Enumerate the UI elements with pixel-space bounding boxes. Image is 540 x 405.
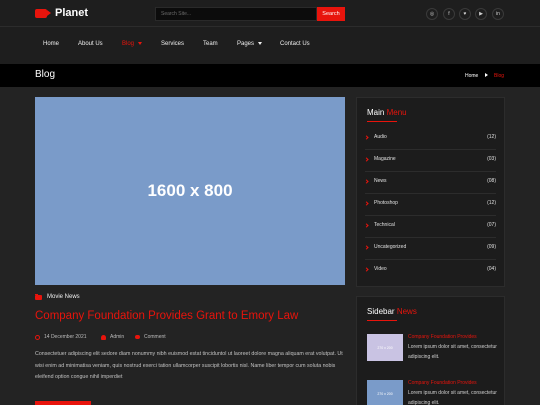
category-count: (07) [487,222,496,228]
category-item-news[interactable]: News (08) [364,172,496,194]
post-date-text: 14 December 2021 [44,334,87,340]
breadcrumb-arrow-icon [485,73,488,77]
nav-item-blog[interactable]: Blog [122,41,143,47]
category-item-audio[interactable]: Audio (12) [364,128,496,150]
search-button[interactable]: Search [317,7,345,21]
category-item-video[interactable]: Video (04) [364,260,496,282]
main-nav: Home About Us Blog Services Team Pages C… [0,27,540,64]
page-header: Blog Home Blog [0,64,540,87]
category-label: Uncategorized [374,244,407,250]
category-item-photoshop[interactable]: Photoshop (12) [364,194,496,216]
post-comments-text: Comment [144,334,166,340]
category-count: (09) [487,244,496,250]
user-icon [101,334,106,340]
chevron-down-icon [138,41,143,45]
category-label: Technical [374,222,395,228]
chevron-right-icon [364,201,369,206]
news-item[interactable]: 270 x 200 Company Foundation Provides Lo… [367,380,497,405]
news-title[interactable]: Company Foundation Provides [408,380,477,386]
category-item-technical[interactable]: Technical (07) [364,216,496,238]
linkedin-icon[interactable]: in [492,8,504,20]
widget-title: Sidebar News [367,307,417,316]
news-title[interactable]: Company Foundation Provides [408,334,477,340]
post-category[interactable]: Movie News [35,293,80,300]
chevron-down-icon [258,41,263,45]
read-more-button[interactable] [35,401,91,405]
category-label: Photoshop [374,200,398,206]
nav-item-about-us[interactable]: About Us [78,41,103,47]
widget-underline [367,320,397,321]
widget-title-part2: News [396,307,417,316]
chevron-right-icon [364,157,369,162]
twitter-icon[interactable]: ♥ [459,8,471,20]
post-featured-image[interactable]: 1600 x 800 [35,97,345,285]
top-bar: Planet Search Site... Search ◎ f ♥ ▶ in [0,0,540,27]
nav-item-blog-label: Blog [122,41,135,47]
facebook-icon[interactable]: f [443,8,455,20]
category-label: Magazine [374,156,396,162]
site-name: Planet [55,7,89,19]
category-label: News [374,178,387,184]
category-label: Audio [374,134,387,140]
widget-title: Main Menu [367,108,407,117]
breadcrumb-current: Blog [494,73,505,79]
image-placeholder-label: 1600 x 800 [147,181,233,200]
widget-underline [367,121,397,122]
post-author-text: Admin [110,334,125,340]
site-logo[interactable]: Planet [35,7,88,19]
comment-icon [135,335,140,339]
main-menu-widget: Main Menu Audio (12) Magazine (03) News … [356,97,505,287]
category-count: (03) [487,156,496,162]
chevron-right-icon [364,135,369,140]
chevron-right-icon [364,223,369,228]
nav-item-services[interactable]: Services [161,41,184,47]
news-text: Lorem ipsum dolor sit amet, consectetur … [408,390,497,405]
youtube-icon[interactable]: ▶ [475,8,487,20]
search-input[interactable]: Search Site... [155,7,317,21]
category-count: (04) [487,266,496,272]
post-date: 14 December 2021 [35,334,87,340]
sidebar-news-widget: Sidebar News 270 x 200 Company Foundatio… [356,296,505,405]
post-excerpt: Consectetuer adipiscing elit sedore diam… [35,351,343,380]
nav-item-pages[interactable]: Pages [237,41,263,47]
widget-title-part2: Menu [386,108,407,117]
folder-icon [35,293,42,300]
chevron-right-icon [364,245,369,250]
post-title[interactable]: Company Foundation Provides Grant to Emo… [35,310,298,322]
post-comments[interactable]: Comment [135,334,166,340]
news-thumbnail[interactable]: 270 x 200 [367,380,403,405]
news-thumbnail[interactable]: 270 x 200 [367,334,403,361]
category-count: (12) [487,200,496,206]
instagram-icon[interactable]: ◎ [426,8,438,20]
category-count: (12) [487,134,496,140]
widget-title-part1: Sidebar [367,307,395,316]
chevron-right-icon [364,267,369,272]
post-author[interactable]: Admin [101,334,124,340]
news-item[interactable]: 270 x 200 Company Foundation Provides Lo… [367,334,497,364]
nav-item-contact-us[interactable]: Contact Us [280,41,310,47]
category-count: (08) [487,178,496,184]
category-item-magazine[interactable]: Magazine (03) [364,150,496,172]
widget-title-part1: Main [367,108,385,117]
category-item-uncategorized[interactable]: Uncategorized (09) [364,238,496,260]
breadcrumb-home[interactable]: Home [465,73,478,79]
post-category-label: Movie News [47,294,80,300]
nav-item-pages-label: Pages [237,41,255,47]
page-title: Blog [35,69,56,80]
video-camera-icon [35,8,51,18]
nav-item-home[interactable]: Home [43,41,59,47]
nav-item-team[interactable]: Team [203,41,218,47]
category-label: Video [374,266,387,272]
chevron-right-icon [364,179,369,184]
clock-icon [35,334,40,340]
news-text: Lorem ipsum dolor sit amet, consectetur … [408,344,497,360]
